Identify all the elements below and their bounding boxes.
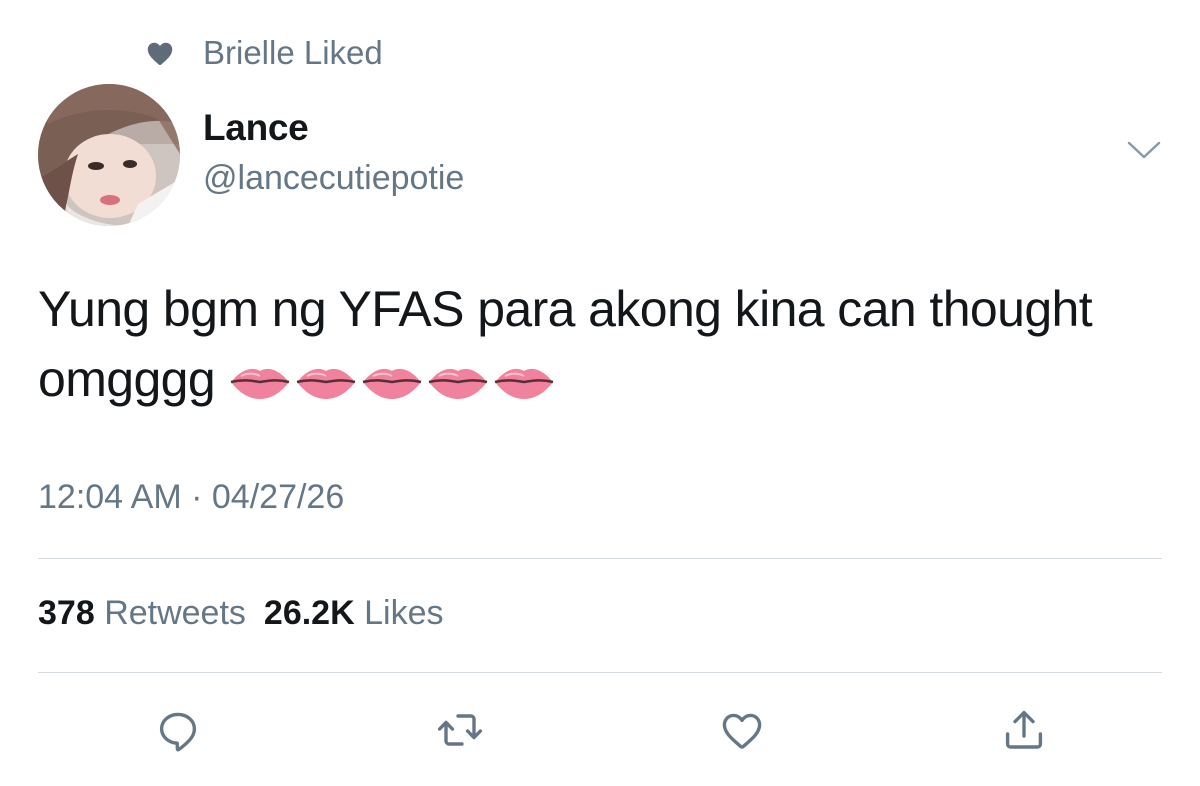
reply-icon bbox=[159, 712, 197, 752]
engagement-stats: 378 Retweets 26.2K Likes bbox=[38, 594, 443, 633]
author-handle[interactable]: @lancecutiepotie bbox=[203, 159, 464, 198]
retweets-stat[interactable]: 378 Retweets bbox=[38, 594, 246, 632]
divider bbox=[38, 558, 1162, 559]
tweet-timestamp[interactable]: 12:04 AM · 04/27/26 bbox=[38, 478, 344, 517]
divider bbox=[38, 672, 1162, 673]
retweets-label: Retweets bbox=[104, 594, 246, 632]
social-context[interactable]: Brielle Liked bbox=[145, 30, 383, 76]
retweet-icon bbox=[437, 714, 483, 746]
heart-icon bbox=[147, 42, 173, 65]
timestamp-separator: · bbox=[191, 478, 203, 516]
likes-stat[interactable]: 26.2K Likes bbox=[264, 594, 444, 632]
share-button[interactable] bbox=[998, 704, 1050, 756]
lips-emoji-group bbox=[229, 362, 555, 402]
tweet-date: 04/27/26 bbox=[211, 478, 345, 516]
lips-emoji-icon bbox=[428, 368, 488, 399]
tweet-time: 12:04 AM bbox=[38, 478, 182, 516]
author-display-name[interactable]: Lance bbox=[203, 107, 309, 149]
retweet-button[interactable] bbox=[434, 704, 486, 756]
tweet-body-text: Yung bgm ng YFAS para akong kina can tho… bbox=[38, 281, 1093, 407]
likes-count: 26.2K bbox=[263, 594, 355, 632]
lips-emoji-icon bbox=[296, 368, 356, 399]
liked-by-text: Brielle Liked bbox=[203, 34, 383, 71]
likes-label: Likes bbox=[364, 594, 444, 632]
like-button[interactable] bbox=[716, 704, 768, 756]
lips-emoji-icon bbox=[230, 368, 290, 399]
retweets-count: 378 bbox=[38, 594, 95, 632]
chevron-down-icon[interactable] bbox=[1126, 138, 1162, 162]
lips-emoji-icon bbox=[362, 368, 422, 399]
avatar-image bbox=[38, 84, 180, 226]
like-icon bbox=[722, 713, 762, 749]
reply-button[interactable] bbox=[152, 704, 204, 756]
lips-emoji-icon bbox=[494, 368, 554, 399]
tweet-text: Yung bgm ng YFAS para akong kina can tho… bbox=[38, 274, 1158, 414]
share-icon bbox=[1005, 710, 1043, 749]
avatar[interactable] bbox=[38, 84, 180, 226]
tweet-detail: Brielle Liked Lance @lancecutiepotie Yun… bbox=[0, 0, 1200, 786]
